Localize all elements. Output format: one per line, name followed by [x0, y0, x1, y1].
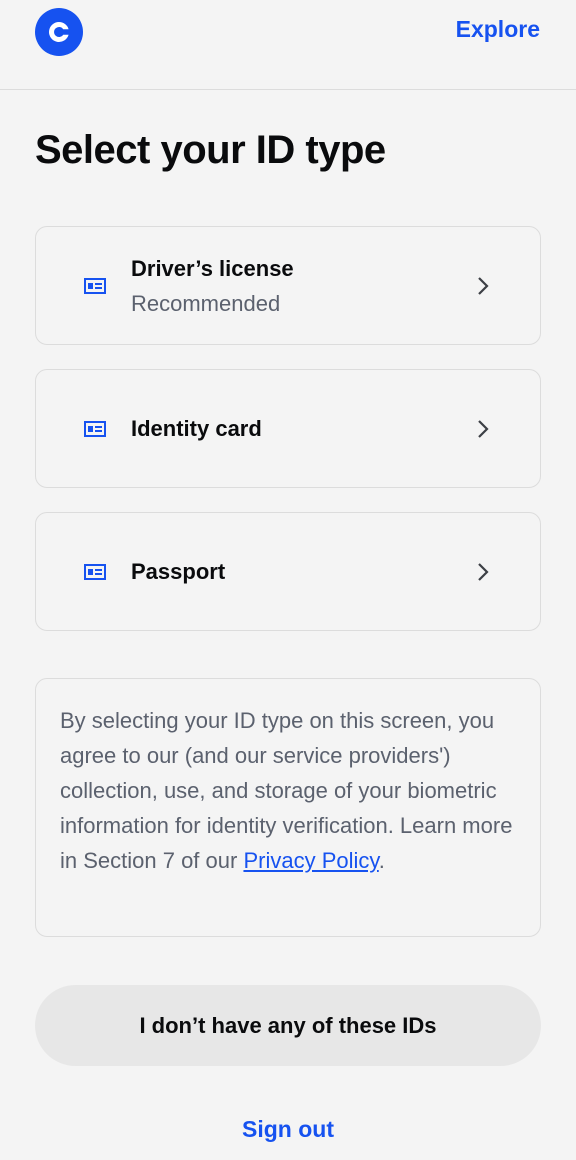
consent-text: By selecting your ID type on this screen…	[60, 708, 513, 873]
no-id-button[interactable]: I don’t have any of these IDs	[35, 985, 541, 1066]
page-title: Select your ID type	[35, 128, 386, 172]
id-card-icon	[84, 277, 106, 294]
sign-out-link[interactable]: Sign out	[0, 1116, 576, 1143]
explore-link[interactable]: Explore	[456, 16, 540, 43]
option-title: Driver’s license	[131, 256, 294, 281]
option-drivers-license[interactable]: Driver’s license Recommended	[35, 226, 541, 345]
id-card-icon	[84, 563, 106, 580]
id-card-icon	[84, 420, 106, 437]
coinbase-logo-icon[interactable]	[35, 8, 83, 56]
option-title: Identity card	[131, 416, 262, 441]
chevron-right-icon	[478, 562, 489, 581]
biometric-consent-notice: By selecting your ID type on this screen…	[35, 678, 541, 937]
option-title: Passport	[131, 559, 226, 584]
top-bar: Explore	[0, 0, 576, 90]
option-identity-card[interactable]: Identity card	[35, 369, 541, 488]
option-passport[interactable]: Passport	[35, 512, 541, 631]
chevron-right-icon	[478, 419, 489, 438]
privacy-policy-link[interactable]: Privacy Policy	[243, 848, 378, 873]
chevron-right-icon	[478, 276, 489, 295]
option-subtitle: Recommended	[131, 291, 281, 316]
